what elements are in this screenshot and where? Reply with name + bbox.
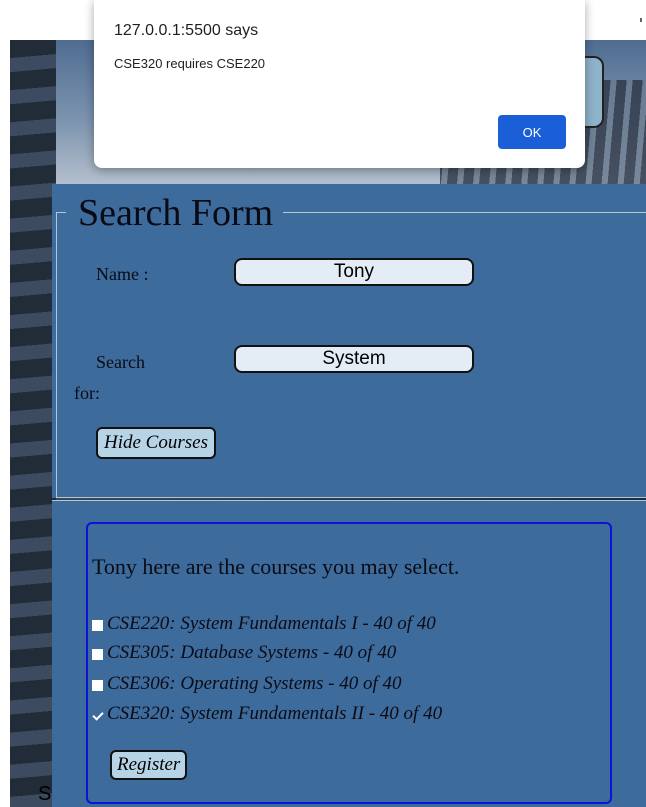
course-item[interactable]: CSE306: Operating Systems - 40 of 40 [92, 673, 401, 695]
course-label: CSE220: System Fundamentals I - 40 of 40 [107, 613, 436, 634]
name-input[interactable] [234, 258, 474, 286]
course-item[interactable]: CSE305: Database Systems - 40 of 40 [92, 642, 396, 664]
search-label-line1: Search [96, 352, 145, 372]
search-form-legend: Search Form [66, 188, 284, 238]
name-label: Name : [96, 264, 149, 284]
alert-message: CSE320 requires CSE220 [114, 56, 266, 71]
course-item[interactable]: CSE220: System Fundamentals I - 40 of 40 [92, 613, 436, 635]
alert-dialog: 127.0.0.1:5500 says CSE320 requires CSE2… [94, 0, 585, 168]
course-label: CSE306: Operating Systems - 40 of 40 [107, 673, 402, 694]
search-input[interactable] [234, 345, 474, 373]
register-button[interactable]: Register [110, 750, 188, 780]
course-checkbox[interactable] [92, 648, 103, 660]
alert-title: 127.0.0.1:5500 says [114, 22, 259, 39]
course-item[interactable]: CSE320: System Fundamentals II - 40 of 4… [92, 703, 442, 725]
course-checkbox[interactable] [92, 679, 103, 691]
course-label: CSE305: Database Systems - 40 of 40 [107, 642, 397, 663]
course-checkbox[interactable] [92, 619, 103, 631]
hide-courses-button[interactable]: Hide Courses [96, 427, 216, 459]
search-label-line2: for: [74, 383, 100, 403]
stray-text: S [38, 783, 52, 805]
background-building-left [10, 40, 56, 807]
courses-heading: Tony here are the courses you may select… [92, 554, 460, 579]
menu-dot [640, 18, 642, 22]
course-checkbox-checked[interactable] [92, 710, 103, 721]
alert-ok-button[interactable]: OK [498, 115, 566, 149]
course-label: CSE320: System Fundamentals II - 40 of 4… [107, 703, 443, 724]
